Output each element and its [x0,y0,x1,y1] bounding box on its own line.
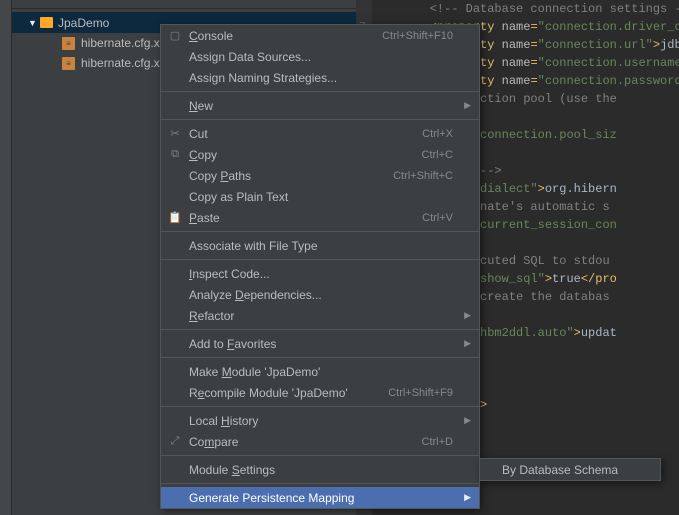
menu-item[interactable]: Recompile Module 'JpaDemo'Ctrl+Shift+F9 [161,382,479,403]
menu-item-icon: 📋 [167,210,183,226]
menu-item[interactable]: Assign Data Sources... [161,46,479,67]
menu-item-icon [167,70,183,86]
menu-item-icon [167,336,183,352]
menu-separator [161,231,479,232]
menu-separator [161,119,479,120]
menu-separator [161,406,479,407]
menu-item-icon: ⧉ [167,147,183,163]
submenu-arrow-icon: ▶ [464,100,471,111]
menu-separator [161,259,479,260]
file-label: hibernate.cfg.xr [81,56,164,70]
xml-file-icon: ≡ [62,57,75,70]
menu-item[interactable]: Generate Persistence Mapping ▶ [161,487,479,508]
menu-item-label: Module Settings [189,463,453,477]
menu-item-icon [167,413,183,429]
menu-item[interactable]: Add to Favorites ▶ [161,333,479,354]
expand-arrow-icon[interactable]: ▼ [28,18,38,28]
menu-item-label: New [189,99,453,113]
menu-item[interactable]: ▢ ConsoleCtrl+Shift+F10 [161,25,479,46]
menu-item-label: Cut [189,127,422,141]
menu-separator [161,357,479,358]
menu-item-icon [167,49,183,65]
menu-item-label: Copy as Plain Text [189,190,453,204]
menu-item-label: Assign Naming Strategies... [189,71,453,85]
menu-item-icon [167,98,183,114]
menu-item-icon [167,168,183,184]
menu-item-label: Generate Persistence Mapping [189,491,453,505]
xml-file-icon: ≡ [62,37,75,50]
menu-item-icon [167,189,183,205]
menu-item-shortcut: Ctrl+C [422,149,453,161]
menu-item-label: Copy Paths [189,169,393,183]
menu-item-icon [167,364,183,380]
menu-item[interactable]: ⧉ CopyCtrl+C [161,144,479,165]
tool-window-strip [0,0,12,515]
menu-item-label: Add to Favorites [189,337,453,351]
menu-item[interactable]: ✂ CutCtrl+X [161,123,479,144]
menu-item-shortcut: Ctrl+Shift+C [393,170,453,182]
menu-item[interactable]: Module Settings [161,459,479,480]
menu-item[interactable]: Analyze Dependencies... [161,284,479,305]
menu-item-label: Assign Data Sources... [189,50,453,64]
project-toolbar [12,0,356,9]
menu-item-icon: ⤢ [167,434,183,450]
menu-item-icon [167,287,183,303]
menu-item-label: Inspect Code... [189,267,453,281]
menu-item[interactable]: Assign Naming Strategies... [161,67,479,88]
submenu-arrow-icon: ▶ [464,415,471,426]
menu-item-label: Local History [189,414,453,428]
menu-item-by-database-schema[interactable]: By Database Schema [480,459,660,480]
menu-item-label: Copy [189,148,422,162]
module-icon [40,17,53,28]
menu-item[interactable]: Make Module 'JpaDemo' [161,361,479,382]
menu-item-shortcut: Ctrl+D [422,436,453,448]
menu-item[interactable]: Refactor ▶ [161,305,479,326]
menu-item[interactable]: 📋 PasteCtrl+V [161,207,479,228]
project-label: JpaDemo [58,16,109,30]
menu-separator [161,455,479,456]
menu-item-icon [167,385,183,401]
menu-separator [161,329,479,330]
menu-item-icon [167,238,183,254]
menu-item-label: Compare [189,435,422,449]
menu-item-label: Recompile Module 'JpaDemo' [189,386,388,400]
menu-item-icon [167,462,183,478]
menu-item[interactable]: Copy PathsCtrl+Shift+C [161,165,479,186]
submenu-arrow-icon: ▶ [464,310,471,321]
menu-item-shortcut: Ctrl+Shift+F9 [388,387,453,399]
context-submenu[interactable]: By Database Schema [479,458,661,481]
menu-item-label: By Database Schema [502,463,634,477]
menu-item[interactable]: New ▶ [161,95,479,116]
menu-item-label: Paste [189,211,422,225]
menu-item-shortcut: Ctrl+V [422,212,453,224]
menu-item-label: Associate with File Type [189,239,453,253]
menu-item-icon: ✂ [167,126,183,142]
menu-item[interactable]: Copy as Plain Text [161,186,479,207]
menu-item-icon [167,266,183,282]
menu-separator [161,483,479,484]
menu-item-icon: ▢ [167,28,183,44]
menu-item[interactable]: Inspect Code... [161,263,479,284]
file-label: hibernate.cfg.xr [81,36,164,50]
menu-item-label: Refactor [189,309,453,323]
menu-item[interactable]: Local History ▶ [161,410,479,431]
context-menu[interactable]: ▢ ConsoleCtrl+Shift+F10 Assign Data Source… [160,24,480,509]
submenu-arrow-icon: ▶ [464,338,471,349]
menu-item-icon [167,308,183,324]
submenu-arrow-icon: ▶ [464,492,471,503]
menu-item-shortcut: Ctrl+X [422,128,453,140]
menu-item-label: Make Module 'JpaDemo' [189,365,453,379]
menu-item-label: Analyze Dependencies... [189,288,453,302]
menu-item-shortcut: Ctrl+Shift+F10 [382,30,453,42]
menu-item-label: Console [189,29,382,43]
menu-item[interactable]: ⤢ CompareCtrl+D [161,431,479,452]
menu-separator [161,91,479,92]
menu-item[interactable]: Associate with File Type [161,235,479,256]
menu-item-icon [167,490,183,506]
